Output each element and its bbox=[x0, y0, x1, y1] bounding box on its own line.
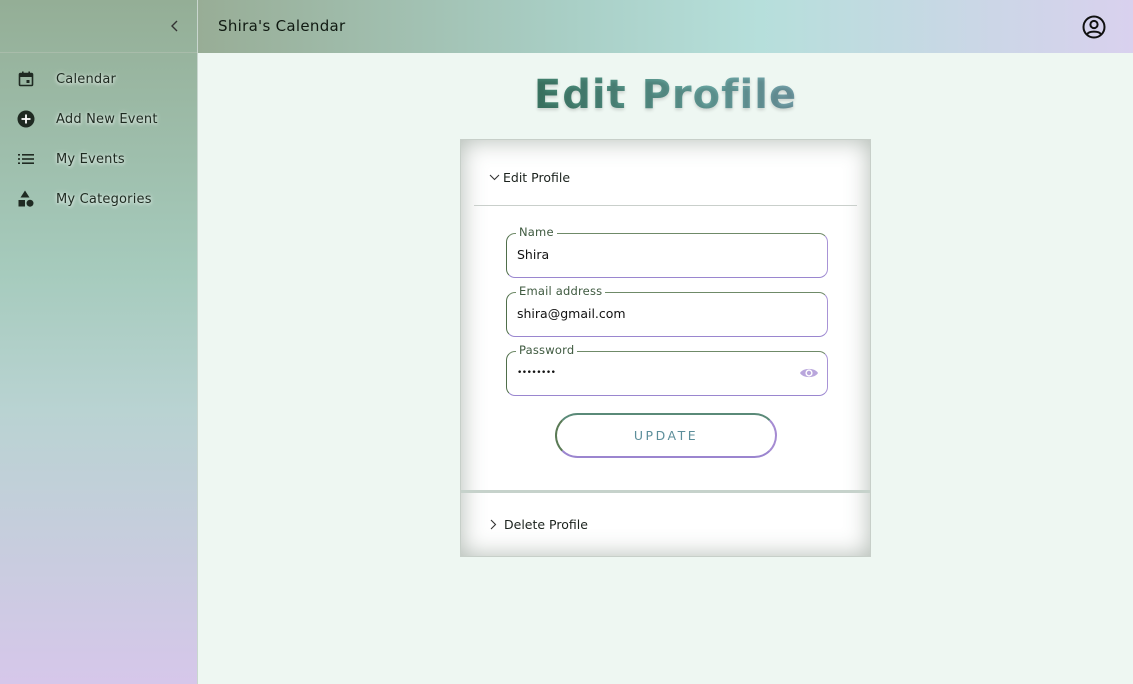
section-separator bbox=[461, 490, 870, 493]
account-circle-icon bbox=[1082, 15, 1106, 39]
sidebar-item-label: Calendar bbox=[56, 71, 117, 87]
account-button[interactable] bbox=[1081, 14, 1107, 40]
password-input[interactable]: •••••••• bbox=[517, 368, 556, 378]
eye-icon bbox=[800, 368, 818, 378]
page-title: Edit Profile bbox=[198, 72, 1133, 118]
name-field[interactable]: Name bbox=[506, 225, 828, 278]
profile-card: Edit Profile Name Email address Password… bbox=[460, 139, 871, 557]
chevron-left-icon bbox=[171, 20, 178, 32]
app-title: Shira's Calendar bbox=[218, 17, 346, 35]
sidebar-item-label: Add New Event bbox=[56, 111, 158, 127]
sidebar-header bbox=[0, 0, 197, 53]
categories-icon bbox=[16, 189, 36, 209]
sidebar-item-my-categories[interactable]: My Categories bbox=[0, 179, 197, 219]
divider bbox=[474, 205, 857, 206]
toggle-password-visibility-button[interactable] bbox=[799, 365, 819, 381]
update-button[interactable]: UPDATE bbox=[555, 413, 777, 458]
app-header: Shira's Calendar bbox=[198, 0, 1133, 53]
edit-profile-accordion-header[interactable]: Edit Profile bbox=[489, 170, 570, 185]
add-circle-icon bbox=[16, 109, 36, 129]
password-field[interactable]: Password •••••••• bbox=[506, 343, 828, 396]
delete-profile-accordion-header[interactable]: Delete Profile bbox=[489, 517, 588, 532]
email-label: Email address bbox=[516, 284, 606, 298]
list-icon bbox=[16, 149, 36, 169]
collapse-sidebar-button[interactable] bbox=[166, 16, 184, 36]
accordion-title: Delete Profile bbox=[504, 517, 588, 532]
chevron-down-icon bbox=[489, 174, 500, 181]
email-field[interactable]: Email address bbox=[506, 284, 828, 337]
sidebar-item-my-events[interactable]: My Events bbox=[0, 139, 197, 179]
chevron-right-icon bbox=[490, 519, 497, 530]
accordion-title: Edit Profile bbox=[503, 170, 571, 185]
sidebar-item-calendar[interactable]: Calendar bbox=[0, 59, 197, 99]
name-label: Name bbox=[516, 225, 557, 239]
sidebar-item-label: My Events bbox=[56, 151, 125, 167]
name-input[interactable] bbox=[517, 247, 787, 262]
password-label: Password bbox=[516, 343, 578, 357]
sidebar: Calendar Add New Event My Events My Cate… bbox=[0, 0, 198, 684]
email-input[interactable] bbox=[517, 306, 787, 321]
calendar-icon bbox=[16, 69, 36, 89]
sidebar-nav: Calendar Add New Event My Events My Cate… bbox=[0, 59, 197, 219]
sidebar-item-label: My Categories bbox=[56, 191, 152, 207]
sidebar-item-add-new-event[interactable]: Add New Event bbox=[0, 99, 197, 139]
